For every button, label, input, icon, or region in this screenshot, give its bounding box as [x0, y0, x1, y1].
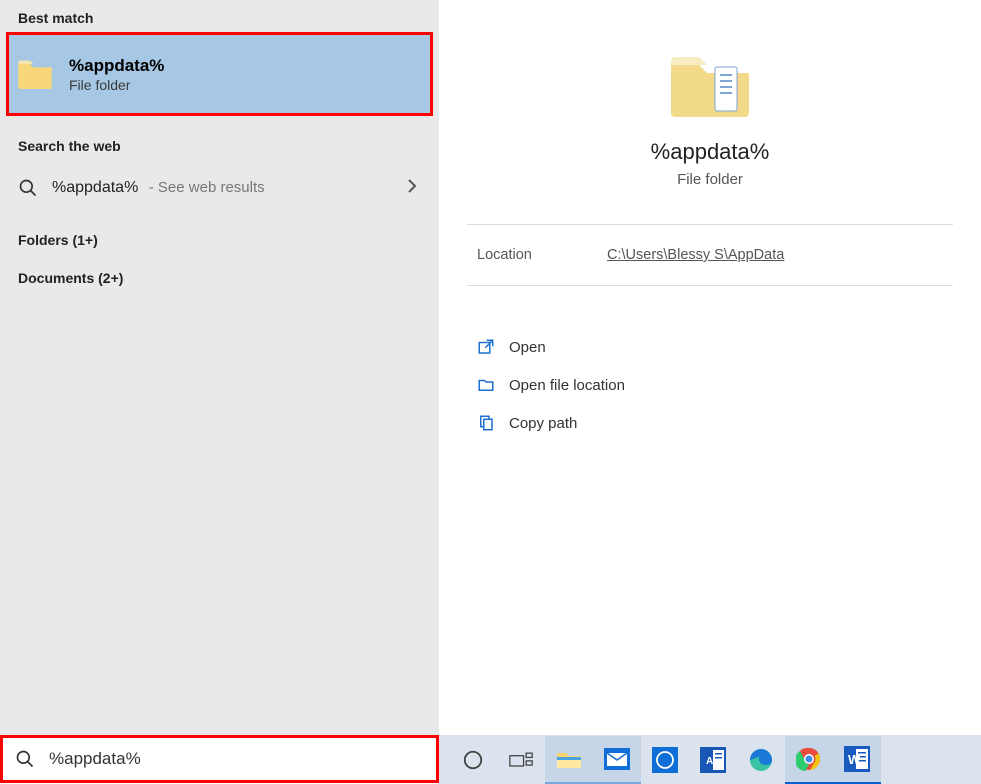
location-path-link[interactable]: C:\Users\Blessy S\AppData: [607, 247, 784, 263]
folders-category[interactable]: Folders (1+): [0, 214, 439, 250]
divider: [467, 285, 953, 286]
result-subtitle: File folder: [69, 77, 164, 93]
folder-location-icon: [477, 376, 495, 394]
search-box[interactable]: [0, 735, 439, 783]
word-app-taskbar[interactable]: A: [689, 737, 737, 783]
preview-pane: %appdata% File folder Location C:\Users\…: [439, 0, 981, 735]
web-query-text: %appdata%: [52, 179, 138, 196]
web-result-row[interactable]: %appdata% - See web results: [0, 162, 439, 214]
word-icon: W: [844, 746, 870, 772]
open-file-location-label: Open file location: [509, 377, 625, 394]
preview-subtitle: File folder: [439, 171, 981, 188]
best-match-text: %appdata% File folder: [69, 56, 164, 93]
open-action-label: Open: [509, 339, 546, 356]
location-label: Location: [477, 247, 607, 263]
file-explorer-icon: [556, 748, 582, 770]
folder-large-icon: [665, 45, 755, 121]
open-action[interactable]: Open: [439, 328, 981, 366]
web-query-suffix: - See web results: [149, 179, 265, 196]
chrome-taskbar[interactable]: [785, 736, 833, 784]
word-taskbar[interactable]: W: [833, 736, 881, 784]
dell-app-taskbar[interactable]: [641, 737, 689, 783]
cortana-button[interactable]: [449, 737, 497, 783]
task-view-icon: [509, 750, 533, 770]
edge-icon: [748, 747, 774, 773]
copy-path-label: Copy path: [509, 415, 577, 432]
search-input[interactable]: [47, 748, 424, 770]
mail-taskbar[interactable]: [593, 736, 641, 784]
svg-text:A: A: [706, 756, 713, 767]
mail-icon: [604, 748, 630, 770]
best-match-result[interactable]: %appdata% File folder: [6, 32, 433, 116]
chevron-right-icon: [407, 179, 421, 198]
word-alt-icon: A: [700, 747, 726, 773]
open-icon: [477, 338, 495, 356]
file-explorer-taskbar[interactable]: [545, 736, 593, 784]
search-icon: [18, 178, 38, 198]
copy-path-action[interactable]: Copy path: [439, 404, 981, 442]
result-title: %appdata%: [69, 56, 164, 76]
start-search-panel: Best match %appdata% File folder Search …: [0, 0, 981, 735]
folder-icon: [15, 54, 55, 94]
results-pane: Best match %appdata% File folder Search …: [0, 0, 439, 735]
chrome-icon: [796, 746, 822, 772]
taskbar: A W: [439, 735, 981, 784]
task-view-button[interactable]: [497, 737, 545, 783]
documents-category[interactable]: Documents (2+): [0, 250, 439, 288]
edge-taskbar[interactable]: [737, 737, 785, 783]
search-web-header: Search the web: [0, 116, 439, 162]
preview-title: %appdata%: [439, 139, 981, 165]
open-file-location-action[interactable]: Open file location: [439, 366, 981, 404]
dell-icon: [652, 747, 678, 773]
best-match-header: Best match: [0, 0, 439, 32]
copy-icon: [477, 414, 495, 432]
cortana-icon: [462, 749, 484, 771]
search-icon: [15, 749, 35, 769]
svg-text:W: W: [848, 752, 861, 767]
